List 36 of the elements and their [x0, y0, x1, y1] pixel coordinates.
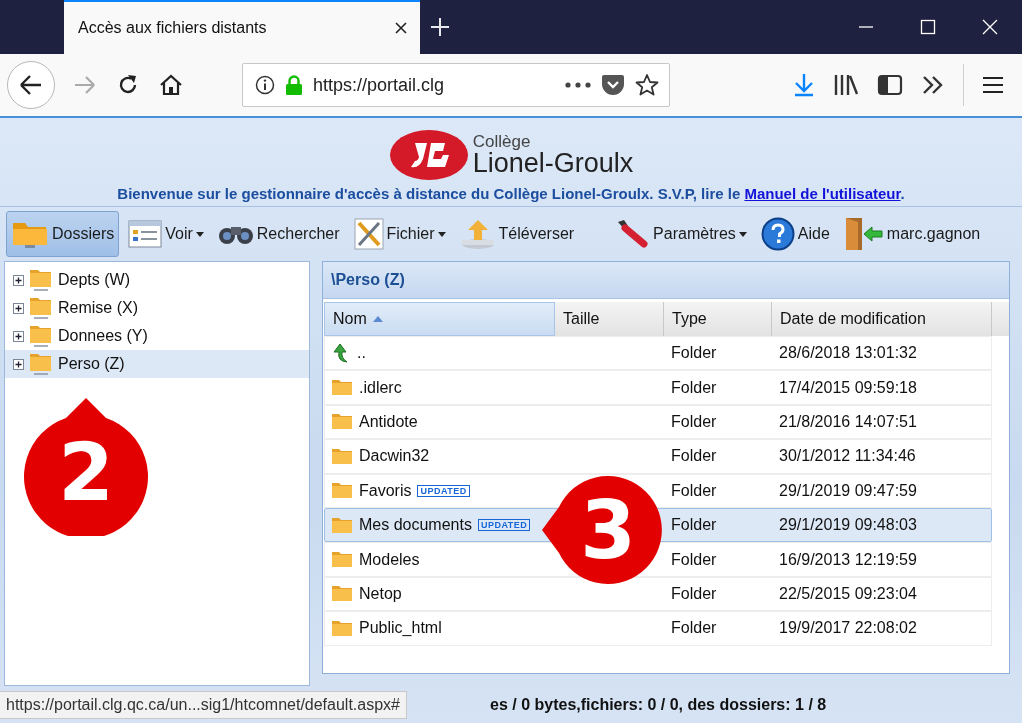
modified-date: 30/1/2012 11:34:46	[779, 447, 916, 466]
modified-date: 19/9/2017 22:08:02	[779, 619, 917, 638]
file-type: Folder	[671, 481, 717, 500]
modified-date: 17/4/2015 09:59:18	[779, 378, 917, 397]
modified-date: 22/5/2015 09:23:04	[779, 584, 917, 603]
folder-path-title: \Perso (Z)	[323, 262, 1009, 299]
file-name: ..	[357, 344, 366, 363]
file-type: Folder	[671, 619, 717, 638]
file-name: Mes documents	[359, 516, 472, 535]
logo-title: Lionel-Groulx	[472, 150, 634, 177]
modified-date: 16/9/2013 12:19:59	[779, 550, 917, 569]
file-type: Folder	[671, 447, 717, 466]
file-type: Folder	[671, 344, 717, 363]
welcome-message: Bienvenue sur le gestionnaire d'accès à distance du Collège Lionel-Groulx. S.V.P, lire le Manuel de l'utilisateur.	[117, 185, 905, 202]
file-name: Dacwin32	[359, 447, 430, 466]
link-preview: https://portail.clg.qc.ca/un...sig1/htcomnet/default.aspx#	[0, 691, 407, 719]
modified-date: 28/6/2018 13:01:32	[779, 344, 917, 363]
file-type: Folder	[671, 550, 717, 569]
callout-tooltip: 2	[22, 396, 150, 536]
file-name: Netop	[359, 584, 402, 603]
file-name: .idlerc	[359, 378, 402, 397]
updated-badge: UPDATED	[417, 484, 470, 497]
modified-date: 29/1/2019 09:47:59	[779, 481, 917, 500]
file-type: Folder	[671, 378, 717, 397]
logo-subtitle: Collège	[472, 133, 532, 150]
status-text: es / 0 bytes,fichiers: 0 / 0, des dossiers: 1 / 8	[490, 695, 827, 714]
file-name: Public_html	[359, 619, 442, 638]
modified-date: 21/8/2016 14:07:51	[779, 412, 917, 431]
file-type: Folder	[671, 412, 717, 431]
file-type: Folder	[671, 516, 717, 535]
file-name: Favoris	[359, 481, 412, 500]
file-type: Folder	[671, 584, 717, 603]
updated-badge: UPDATED	[477, 519, 531, 532]
modified-date: 29/1/2019 09:48:03	[779, 516, 917, 535]
file-name: Antidote	[359, 412, 418, 431]
file-name: Modeles	[359, 550, 420, 569]
